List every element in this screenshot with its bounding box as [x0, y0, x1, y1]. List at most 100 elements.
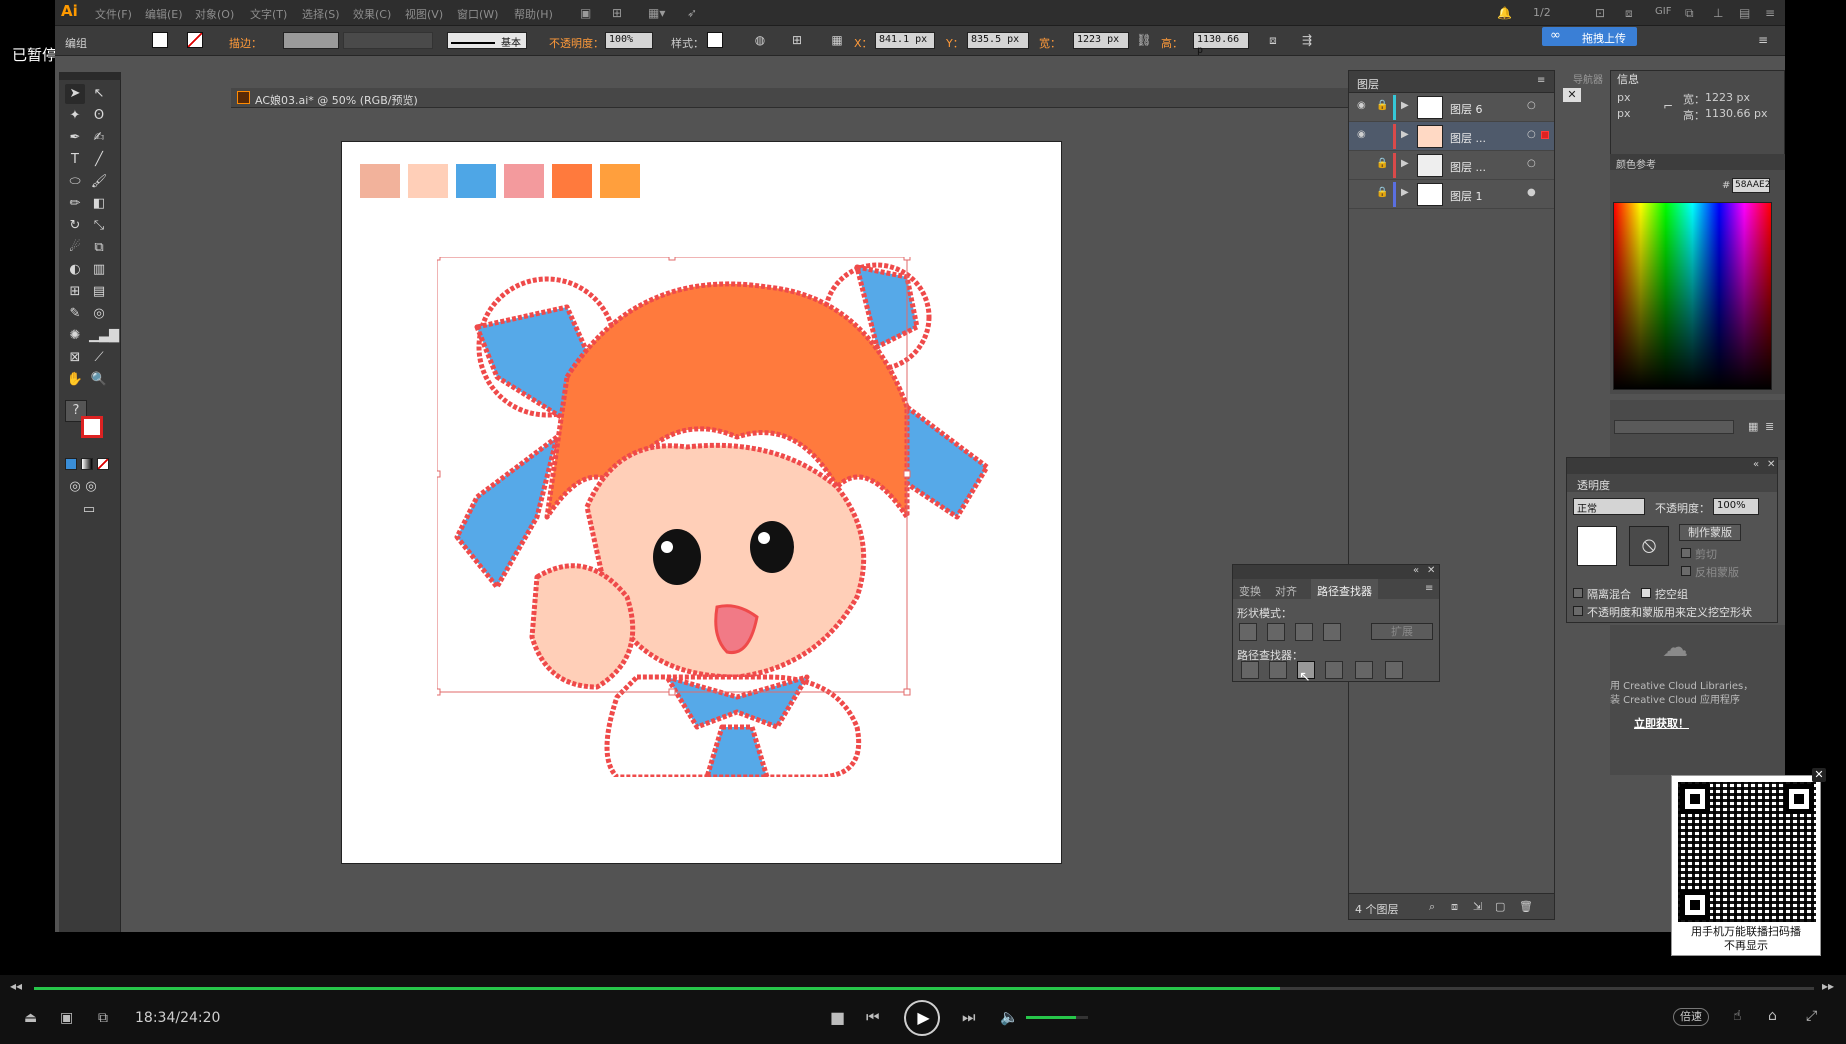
close-icon[interactable]: ✕ — [1563, 88, 1581, 102]
pen-tool-icon[interactable]: ✒ — [65, 128, 85, 148]
visibility-eye-icon[interactable]: ◉ — [1357, 100, 1366, 111]
selection-indicator-icon[interactable] — [1541, 131, 1549, 139]
gradient-mode-icon[interactable] — [81, 458, 93, 470]
knockout-group-checkbox[interactable] — [1641, 588, 1651, 598]
line-tool-icon[interactable]: ╱ — [89, 150, 109, 170]
pin-icon[interactable]: ⊥ — [1713, 6, 1723, 20]
stroke-color-icon[interactable] — [81, 416, 103, 438]
handle-bottom-middle[interactable] — [668, 688, 676, 696]
palette-swatch-4[interactable] — [504, 164, 544, 198]
artboard-tool-icon[interactable]: ⊠ — [65, 348, 85, 368]
collapse-icon[interactable]: « — [1413, 565, 1419, 576]
ellipse-tool-icon[interactable]: ⬭ — [65, 172, 85, 192]
dont-show-again-link[interactable]: 不再显示 — [1672, 939, 1820, 953]
transparency-panel-header[interactable]: « ✕ — [1567, 458, 1777, 474]
make-mask-button[interactable]: 制作蒙版 — [1679, 524, 1741, 541]
close-icon[interactable]: ✕ — [1767, 459, 1775, 470]
previous-icon[interactable]: ⏮ — [866, 1008, 880, 1026]
artboard[interactable] — [341, 141, 1062, 864]
close-icon[interactable]: ✕ — [1427, 565, 1435, 576]
expand-arrow-icon[interactable]: ▶ — [1401, 158, 1409, 169]
curvature-tool-icon[interactable]: ✍ — [89, 128, 109, 148]
stroke-weight-field[interactable] — [283, 32, 339, 49]
layer-row[interactable]: 🔒 ▶ 图层 ... ○ — [1349, 151, 1554, 180]
color-guide-header[interactable]: 颜色参考 — [1610, 154, 1785, 171]
locate-object-icon[interactable]: ⌕ — [1429, 900, 1435, 914]
stop-icon[interactable]: ■ — [830, 1008, 845, 1027]
send-icon[interactable]: ➶ — [687, 6, 697, 20]
handle-top-left[interactable] — [437, 257, 441, 261]
expand-button[interactable]: 扩展 — [1371, 623, 1433, 640]
eraser-tool-icon[interactable]: ◧ — [89, 194, 109, 214]
clip-checkbox[interactable] — [1681, 548, 1691, 558]
volume-icon[interactable]: 🔈 — [1000, 1008, 1019, 1026]
opacity-field[interactable]: 100% — [1713, 498, 1759, 515]
expand-arrow-icon[interactable]: ▶ — [1401, 187, 1409, 198]
tab-transform[interactable]: 变换 — [1239, 583, 1261, 599]
opacity-field[interactable]: 100% — [605, 32, 653, 49]
list-icon[interactable]: ≡ — [1765, 6, 1775, 20]
stroke-swatch[interactable] — [187, 32, 203, 48]
qr-close-button[interactable]: ✕ — [1812, 768, 1826, 782]
target-circle-icon[interactable]: ○ — [1527, 129, 1536, 140]
hand-tool-icon[interactable]: ✋ — [65, 370, 85, 390]
recolor-icon[interactable]: ◍ — [752, 33, 768, 49]
stroke-label[interactable]: 描边： — [229, 35, 262, 51]
menu-select[interactable]: 选择(S) — [302, 6, 340, 22]
y-field[interactable]: 835.5 px — [967, 32, 1029, 49]
menu-edit[interactable]: 编辑(E) — [145, 6, 183, 22]
width-field[interactable]: 1223 px — [1073, 32, 1129, 49]
document-tab[interactable]: AC娘03.ai* @ 50% (RGB/预览) — [231, 88, 1411, 108]
palette-swatch-2[interactable] — [408, 164, 448, 198]
handle-top-middle[interactable] — [668, 257, 676, 261]
subtitle-icon[interactable]: ▣ — [60, 1010, 73, 1026]
target-circle-icon[interactable]: ● — [1527, 187, 1536, 198]
divide-icon[interactable] — [1241, 661, 1259, 679]
transparency-title[interactable]: 透明度 — [1577, 477, 1610, 493]
x-field[interactable]: 841.1 px — [875, 32, 935, 49]
tab-pathfinder[interactable]: 路径查找器 — [1311, 579, 1378, 599]
tab-align[interactable]: 对齐 — [1275, 583, 1297, 599]
fast-forward-icon[interactable]: ▸▸ — [1822, 979, 1834, 993]
collapse-icon[interactable]: « — [1753, 459, 1759, 470]
layer-row[interactable]: 🔒 ▶ 图层 1 ● — [1349, 180, 1554, 209]
eyedropper-tool-icon[interactable]: ✎ — [65, 304, 85, 324]
unite-icon[interactable] — [1239, 623, 1257, 641]
warp-tool-icon[interactable]: ☄ — [65, 238, 85, 258]
grid-icon[interactable]: ▤ — [1739, 6, 1750, 20]
list-view-icon[interactable]: ≣ — [1765, 420, 1774, 433]
fill-swatch[interactable] — [152, 32, 168, 48]
rewind-icon[interactable]: ◂◂ — [10, 979, 22, 993]
lock-icon[interactable]: 🔒 — [1376, 158, 1388, 169]
trim-icon[interactable] — [1269, 661, 1287, 679]
rotate-tool-icon[interactable]: ↻ — [65, 216, 85, 236]
crop-icon[interactable]: ⧈ — [1625, 6, 1633, 21]
draw-behind-icon[interactable]: ◎ — [81, 477, 101, 497]
stock-icon[interactable]: ⊞ — [612, 6, 622, 20]
play-button[interactable]: ▶ — [904, 1000, 940, 1036]
layer-name[interactable]: 图层 1 — [1450, 188, 1483, 204]
perspective-grid-tool-icon[interactable]: ▥ — [89, 260, 109, 280]
lasso-tool-icon[interactable]: ʘ — [89, 106, 109, 126]
outline-icon[interactable] — [1355, 661, 1373, 679]
palette-swatch-6[interactable] — [600, 164, 640, 198]
zoom-tool-icon[interactable]: 🔍 — [89, 370, 109, 390]
layers-panel-header[interactable]: 图层 ≡ — [1349, 71, 1554, 93]
fullscreen-icon[interactable]: ⤢ — [1806, 1008, 1817, 1024]
clipping-mask-icon[interactable]: ⧈ — [1451, 900, 1458, 914]
height-field[interactable]: 1130.66 p — [1193, 32, 1249, 56]
layer-row[interactable]: ◉ ▶ 图层 ... ○ — [1349, 122, 1554, 151]
selection-tool-icon[interactable]: ➤ — [65, 84, 85, 104]
constrain-link-icon[interactable]: ⛓ — [1136, 33, 1152, 49]
mesh-tool-icon[interactable]: ⊞ — [65, 282, 85, 302]
intersect-icon[interactable] — [1295, 623, 1313, 641]
lock-icon[interactable]: 🔒 — [1376, 187, 1388, 198]
gif-icon[interactable]: GIF — [1655, 6, 1671, 17]
palette-swatch-5[interactable] — [552, 164, 592, 198]
menu-type[interactable]: 文字(T) — [250, 6, 287, 22]
palette-swatch-3[interactable] — [456, 164, 496, 198]
pathfinder-panel-header[interactable]: « ✕ — [1233, 565, 1439, 579]
expand-arrow-icon[interactable]: ▶ — [1401, 129, 1409, 140]
symbol-sprayer-tool-icon[interactable]: ✺ — [65, 326, 85, 346]
playback-speed-button[interactable]: 倍速 — [1673, 1008, 1709, 1026]
